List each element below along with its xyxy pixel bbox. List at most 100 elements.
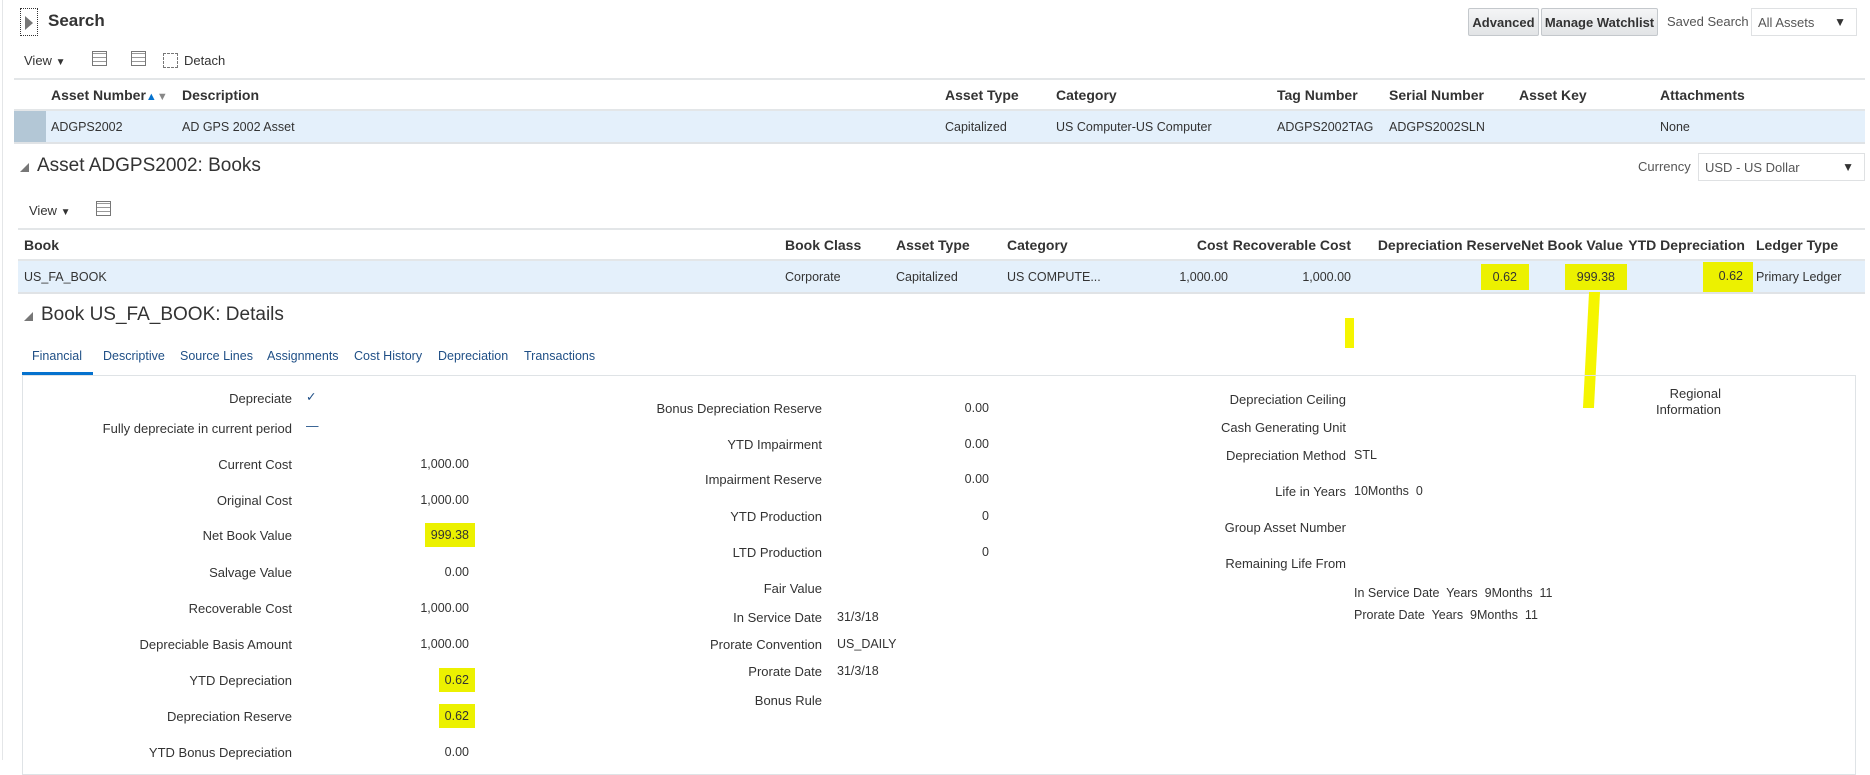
col-serial-number[interactable]: Serial Number (1389, 87, 1484, 103)
col-asset-number[interactable]: Asset Number▲▼ (51, 87, 168, 103)
col-asset-type[interactable]: Asset Type (896, 237, 970, 253)
tab-cost-history[interactable]: Cost History (354, 349, 422, 363)
dash-icon: — (306, 419, 319, 433)
cell-asset-type: Capitalized (945, 120, 1007, 134)
chevron-down-icon: ▼ (1834, 15, 1846, 29)
table-row[interactable]: ADGPS2002 AD GPS 2002 Asset Capitalized … (14, 111, 1865, 144)
field-label: Bonus Rule (754, 693, 822, 708)
field-label: Depreciation Ceiling (1229, 392, 1346, 407)
col-category[interactable]: Category (1056, 87, 1117, 103)
field-label: LTD Production (732, 545, 822, 560)
cell-book-class: Corporate (785, 270, 841, 284)
field-value: 0.00 (964, 472, 989, 486)
col-tag-number[interactable]: Tag Number (1277, 87, 1358, 103)
sort-descending-icon[interactable]: ▼ (157, 91, 168, 103)
highlight-stroke (1345, 318, 1354, 348)
field-label: Bonus Depreciation Reserve (656, 401, 822, 416)
cell-ytd-depreciation: 0.62 (1702, 262, 1753, 292)
field-label: Recoverable Cost (188, 601, 292, 616)
remaining-life-value: In Service Date Years 9Months 11 (1354, 586, 1553, 600)
field-label: Group Asset Number (1224, 520, 1346, 535)
field-label: Depreciate (229, 391, 292, 406)
view-label: View (24, 53, 52, 68)
field-label: YTD Impairment (727, 437, 822, 452)
currency-select[interactable]: USD - US Dollar ▼ (1698, 153, 1865, 181)
tab-financial[interactable]: Financial (32, 349, 82, 363)
field-value: 1,000.00 (420, 601, 469, 615)
field-label: Net Book Value (202, 528, 292, 543)
chevron-down-icon: ▼ (55, 57, 66, 68)
view-menu[interactable]: View ▼ (24, 53, 65, 68)
field-value: 0.62 (438, 704, 475, 728)
cell-category: US COMPUTE... (1007, 270, 1101, 284)
col-ledger-type[interactable]: Ledger Type (1756, 237, 1838, 253)
field-label: In Service Date (733, 610, 822, 625)
col-cost[interactable]: Cost (1197, 237, 1228, 253)
collapse-details-icon[interactable] (24, 312, 33, 321)
table-row[interactable]: US_FA_BOOK Corporate Capitalized US COMP… (18, 261, 1865, 294)
detach-icon[interactable] (163, 53, 178, 68)
field-value: US_DAILY (837, 637, 897, 651)
field-label: Life in Years (1275, 484, 1346, 499)
cell-recoverable-cost: 1,000.00 (1302, 270, 1351, 284)
field-value: STL (1354, 448, 1377, 462)
field-label: Depreciation Method (1226, 448, 1346, 463)
field-label: YTD Bonus Depreciation (148, 745, 292, 760)
collapse-books-icon[interactable] (20, 163, 29, 172)
field-value: 0.62 (438, 668, 475, 692)
cell-asset-number: ADGPS2002 (51, 120, 123, 134)
col-recoverable-cost[interactable]: Recoverable Cost (1233, 237, 1351, 253)
col-ytd-depreciation[interactable]: YTD Depreciation (1628, 237, 1745, 253)
cell-book: US_FA_BOOK (24, 270, 107, 284)
cell-net-book-value: 999.38 (1564, 264, 1627, 290)
manage-watchlist-button[interactable]: Manage Watchlist (1541, 8, 1658, 36)
cell-ledger-type: Primary Ledger (1756, 270, 1842, 284)
freeze-columns-icon[interactable] (96, 201, 111, 216)
tab-descriptive[interactable]: Descriptive (103, 349, 165, 363)
col-category[interactable]: Category (1007, 237, 1068, 253)
field-label: YTD Depreciation (189, 673, 292, 688)
tab-source-lines[interactable]: Source Lines (180, 349, 253, 363)
col-book[interactable]: Book (24, 237, 59, 253)
field-value: 0.00 (444, 745, 469, 759)
filter-icon[interactable] (131, 51, 146, 66)
remaining-life-value: Prorate Date Years 9Months 11 (1354, 608, 1538, 622)
field-label: Original Cost (216, 493, 292, 508)
col-depreciation-reserve[interactable]: Depreciation Reserve (1378, 237, 1521, 253)
tab-transactions[interactable]: Transactions (524, 349, 595, 363)
saved-search-select[interactable]: All Assets ▼ (1751, 8, 1857, 36)
cell-asset-type: Capitalized (896, 270, 958, 284)
page-left-border (2, 0, 3, 760)
cell-depreciation-reserve: 0.62 (1480, 264, 1529, 290)
sort-ascending-icon[interactable]: ▲ (146, 91, 157, 103)
row-selector[interactable] (14, 111, 46, 142)
freeze-columns-icon[interactable] (92, 51, 107, 66)
field-value: 999.38 (424, 523, 475, 547)
field-label: Prorate Convention (709, 637, 822, 652)
col-description[interactable]: Description (182, 87, 259, 103)
search-disclosure[interactable] (20, 8, 38, 36)
field-label: Remaining Life From (1225, 556, 1346, 571)
assets-table-header: Asset Number▲▼ Description Asset Type Ca… (14, 78, 1865, 111)
regional-information-link[interactable]: Regional Information (1656, 386, 1721, 418)
currency-label: Currency (1638, 159, 1691, 174)
tab-depreciation[interactable]: Depreciation (438, 349, 508, 363)
books-view-menu[interactable]: View ▼ (29, 203, 70, 218)
cell-category: US Computer-US Computer (1056, 120, 1212, 134)
field-value: 1,000.00 (420, 457, 469, 471)
advanced-button[interactable]: Advanced (1468, 8, 1539, 36)
tab-assignments[interactable]: Assignments (267, 349, 339, 363)
col-asset-type[interactable]: Asset Type (945, 87, 1019, 103)
detach-button[interactable]: Detach (184, 53, 225, 68)
col-book-class[interactable]: Book Class (785, 237, 861, 253)
field-value: 31/3/18 (837, 610, 879, 624)
field-value: 0.00 (964, 401, 989, 415)
details-title: Book US_FA_BOOK: Details (41, 304, 284, 325)
field-label: Current Cost (218, 457, 292, 472)
cell-cost: 1,000.00 (1179, 270, 1228, 284)
col-net-book-value[interactable]: Net Book Value (1521, 237, 1623, 253)
field-value: 1,000.00 (420, 637, 469, 651)
col-asset-key[interactable]: Asset Key (1519, 87, 1587, 103)
field-value: 31/3/18 (837, 664, 879, 678)
col-attachments[interactable]: Attachments (1660, 87, 1745, 103)
